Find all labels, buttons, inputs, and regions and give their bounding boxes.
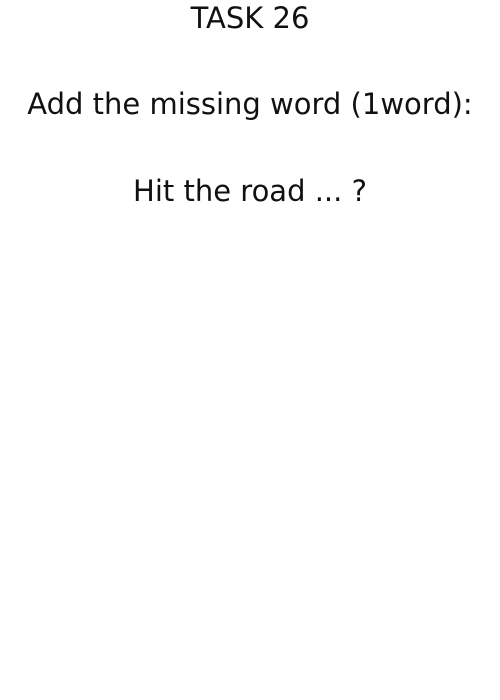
task-page: TASK 26 Add the missing word (1word): Hi…	[0, 0, 500, 700]
task-instruction: Add the missing word (1word):	[27, 87, 473, 121]
task-title: TASK 26	[190, 1, 310, 35]
task-question: Hit the road ... ?	[133, 174, 367, 208]
